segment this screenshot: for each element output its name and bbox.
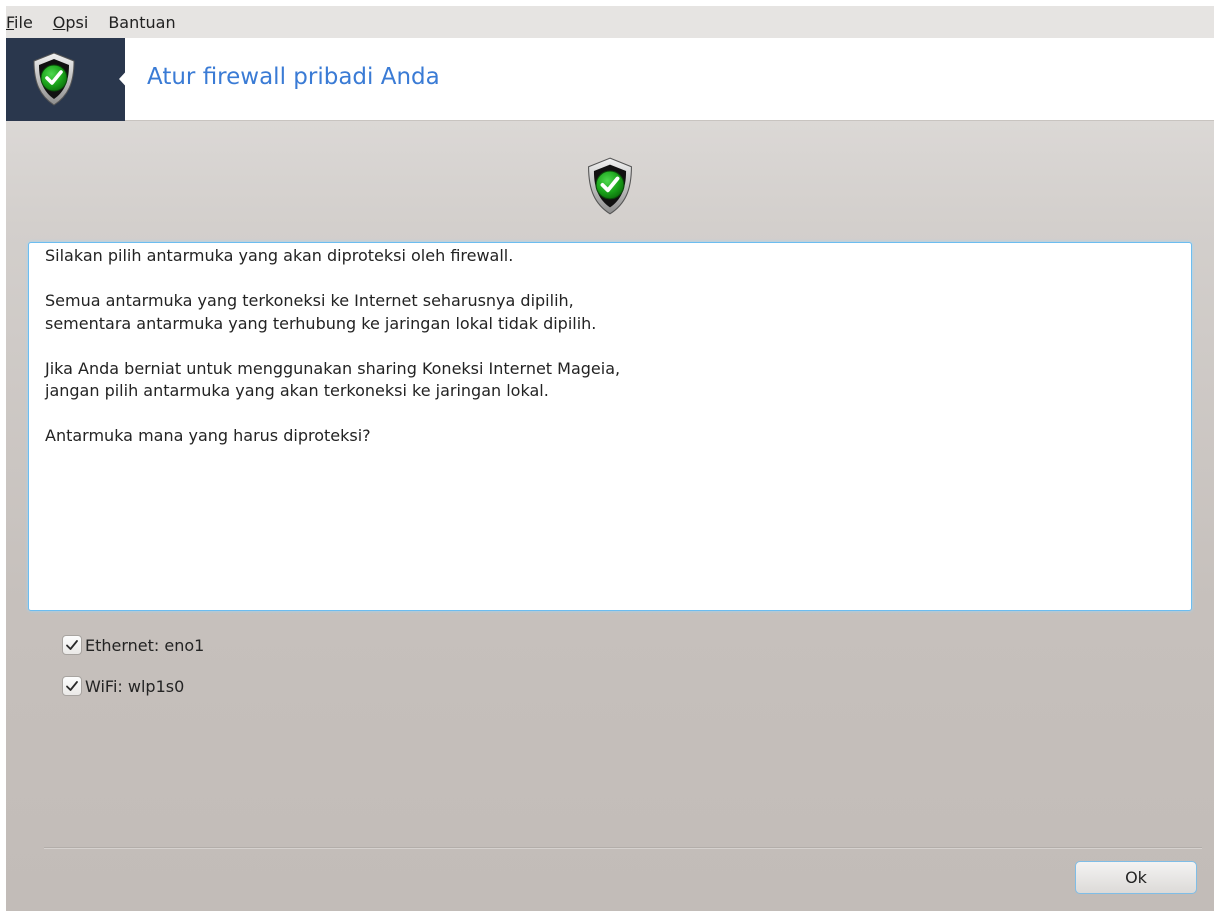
menubar: File Opsi Bantuan [6, 6, 1214, 38]
header-logo [6, 38, 125, 121]
menu-file[interactable]: File [6, 13, 43, 32]
menu-opsi[interactable]: Opsi [43, 13, 99, 32]
description-textarea[interactable]: Silakan pilih antarmuka yang akan diprot… [28, 242, 1192, 611]
checkmark-icon [66, 640, 78, 650]
interface-wifi-row[interactable]: WiFi: wlp1s0 [62, 675, 184, 697]
header-notch [119, 66, 131, 92]
interface-ethernet-checkbox[interactable] [62, 635, 82, 655]
page-title: Atur firewall pribadi Anda [147, 64, 440, 90]
shield-check-icon [588, 157, 632, 215]
firewall-window: File Opsi Bantuan Atur firewall pribadi … [6, 6, 1214, 911]
header-banner: Atur firewall pribadi Anda [6, 38, 1214, 121]
description-line: Semua antarmuka yang terkoneksi ke Inter… [45, 291, 597, 333]
description-line: Antarmuka mana yang harus diproteksi? [45, 426, 371, 445]
interface-ethernet-row[interactable]: Ethernet: eno1 [62, 634, 204, 656]
description-line: Jika Anda berniat untuk menggunakan shar… [45, 358, 621, 401]
checkmark-icon [66, 681, 78, 691]
menu-bantuan[interactable]: Bantuan [98, 13, 185, 32]
interface-wifi-checkbox[interactable] [62, 676, 82, 696]
shield-check-icon [33, 52, 75, 106]
interface-wifi-label: WiFi: wlp1s0 [85, 676, 185, 696]
interface-ethernet-label: Ethernet: eno1 [85, 635, 205, 655]
footer-separator [44, 847, 1202, 849]
description-line: Silakan pilih antarmuka yang akan diprot… [45, 246, 514, 265]
ok-button[interactable]: Ok [1075, 861, 1197, 894]
